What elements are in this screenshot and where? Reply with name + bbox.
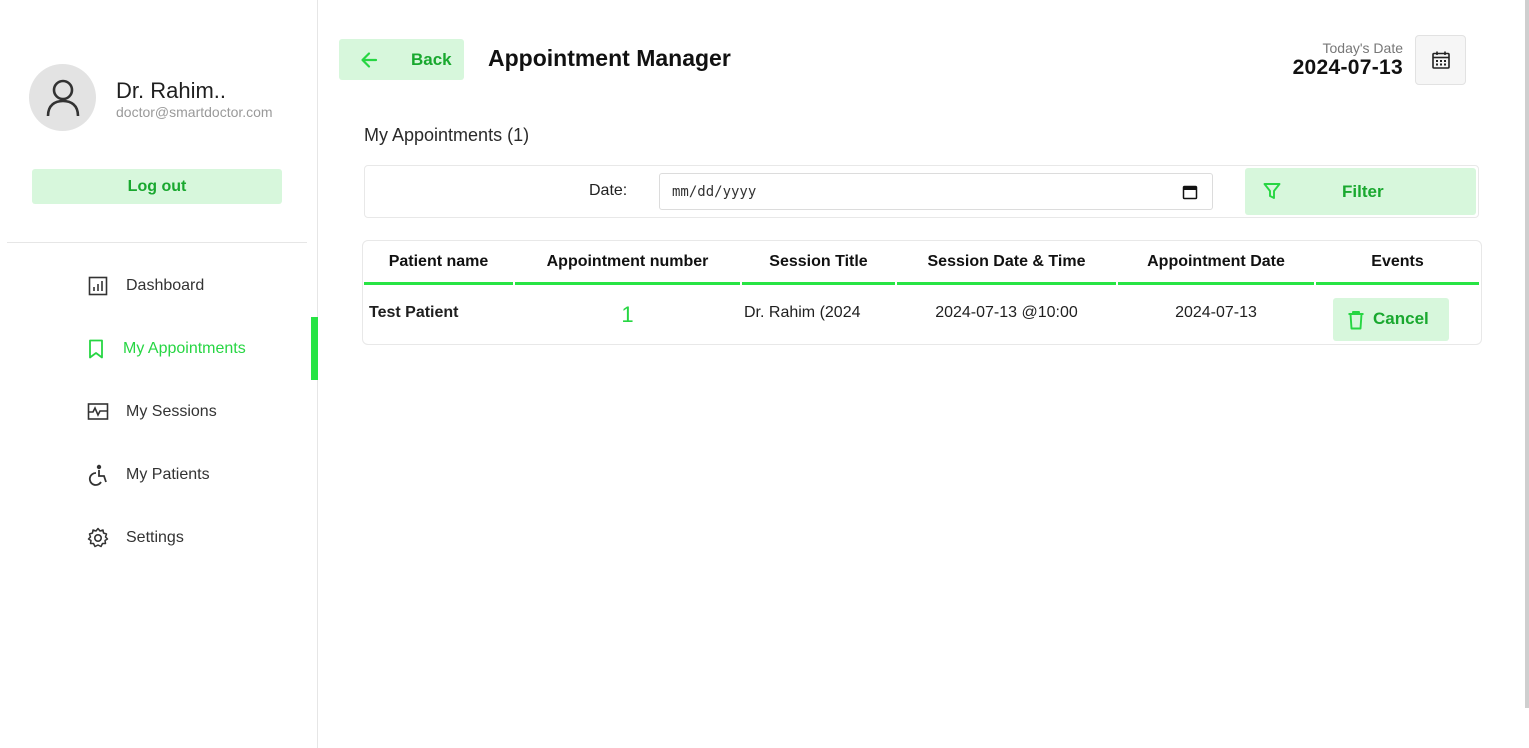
scrollbar[interactable]: [1525, 0, 1529, 708]
session-datetime-cell: 2024-07-13 @10:00: [935, 304, 1078, 321]
sidebar-item-dashboard[interactable]: Dashboard: [0, 254, 318, 317]
cancel-button[interactable]: Cancel: [1333, 298, 1449, 341]
column-header: Patient name: [364, 253, 513, 285]
filter-label: Filter: [1342, 182, 1384, 201]
filter-icon: [1263, 183, 1281, 199]
appointment-number-cell: 1: [621, 302, 634, 327]
sidebar-item-label: My Sessions: [126, 402, 217, 420]
date-filter-label: Date:: [589, 182, 628, 199]
sidebar-item-settings[interactable]: Settings: [0, 506, 318, 569]
back-button[interactable]: Back: [339, 39, 464, 80]
profile-name: Dr. Rahim..: [116, 78, 227, 103]
sidebar-item-my-appointments[interactable]: My Appointments: [0, 317, 318, 380]
sidebar-item-my-sessions[interactable]: My Sessions: [0, 380, 318, 443]
sidebar-item-label: My Appointments: [123, 339, 246, 357]
page-title: Appointment Manager: [488, 45, 731, 71]
column-header: Events: [1316, 253, 1479, 285]
appointment-date-cell: 2024-07-13: [1175, 304, 1257, 321]
calendar-picker-icon[interactable]: [1182, 184, 1198, 200]
section-title: My Appointments (1): [364, 125, 530, 145]
sidebar: Dr. Rahim.. doctor@smartdoctor.com Log o…: [0, 0, 318, 748]
patient-name-cell: Test Patient: [369, 304, 459, 321]
column-header: Appointment number: [515, 253, 740, 285]
user-icon: [46, 79, 79, 116]
column-header: Session Title: [742, 253, 895, 285]
calendar-button[interactable]: [1415, 35, 1466, 85]
today-date-value: 2024-07-13: [1292, 56, 1403, 79]
column-header: Session Date & Time: [897, 253, 1116, 285]
patient-icon: [87, 464, 109, 486]
arrow-left-icon: [361, 52, 378, 68]
date-placeholder: mm/dd/yyyy: [672, 183, 757, 200]
profile-email: doctor@smartdoctor.com: [116, 104, 273, 120]
avatar: [29, 64, 96, 131]
trash-icon: [1348, 311, 1364, 330]
gear-icon: [87, 527, 109, 549]
today-date-label: Today's Date: [1322, 40, 1404, 56]
sessions-icon: [87, 401, 109, 423]
cancel-label: Cancel: [1373, 309, 1429, 328]
sidebar-item-label: Dashboard: [126, 276, 205, 294]
bookmark-icon: [85, 338, 107, 360]
session-title-cell: Dr. Rahim (2024: [744, 304, 861, 321]
calendar-icon: [1431, 51, 1450, 69]
active-indicator: [311, 317, 318, 380]
date-filter-input[interactable]: mm/dd/yyyy: [659, 173, 1213, 210]
sidebar-item-label: My Patients: [126, 465, 210, 483]
column-header: Appointment Date: [1118, 253, 1314, 285]
back-label: Back: [411, 49, 452, 69]
filter-button[interactable]: Filter: [1245, 168, 1476, 215]
logout-button[interactable]: Log out: [32, 169, 282, 204]
sidebar-divider: [7, 242, 307, 243]
sidebar-item-label: Settings: [126, 528, 184, 546]
dashboard-icon: [87, 275, 109, 297]
sidebar-item-my-patients[interactable]: My Patients: [0, 443, 318, 506]
